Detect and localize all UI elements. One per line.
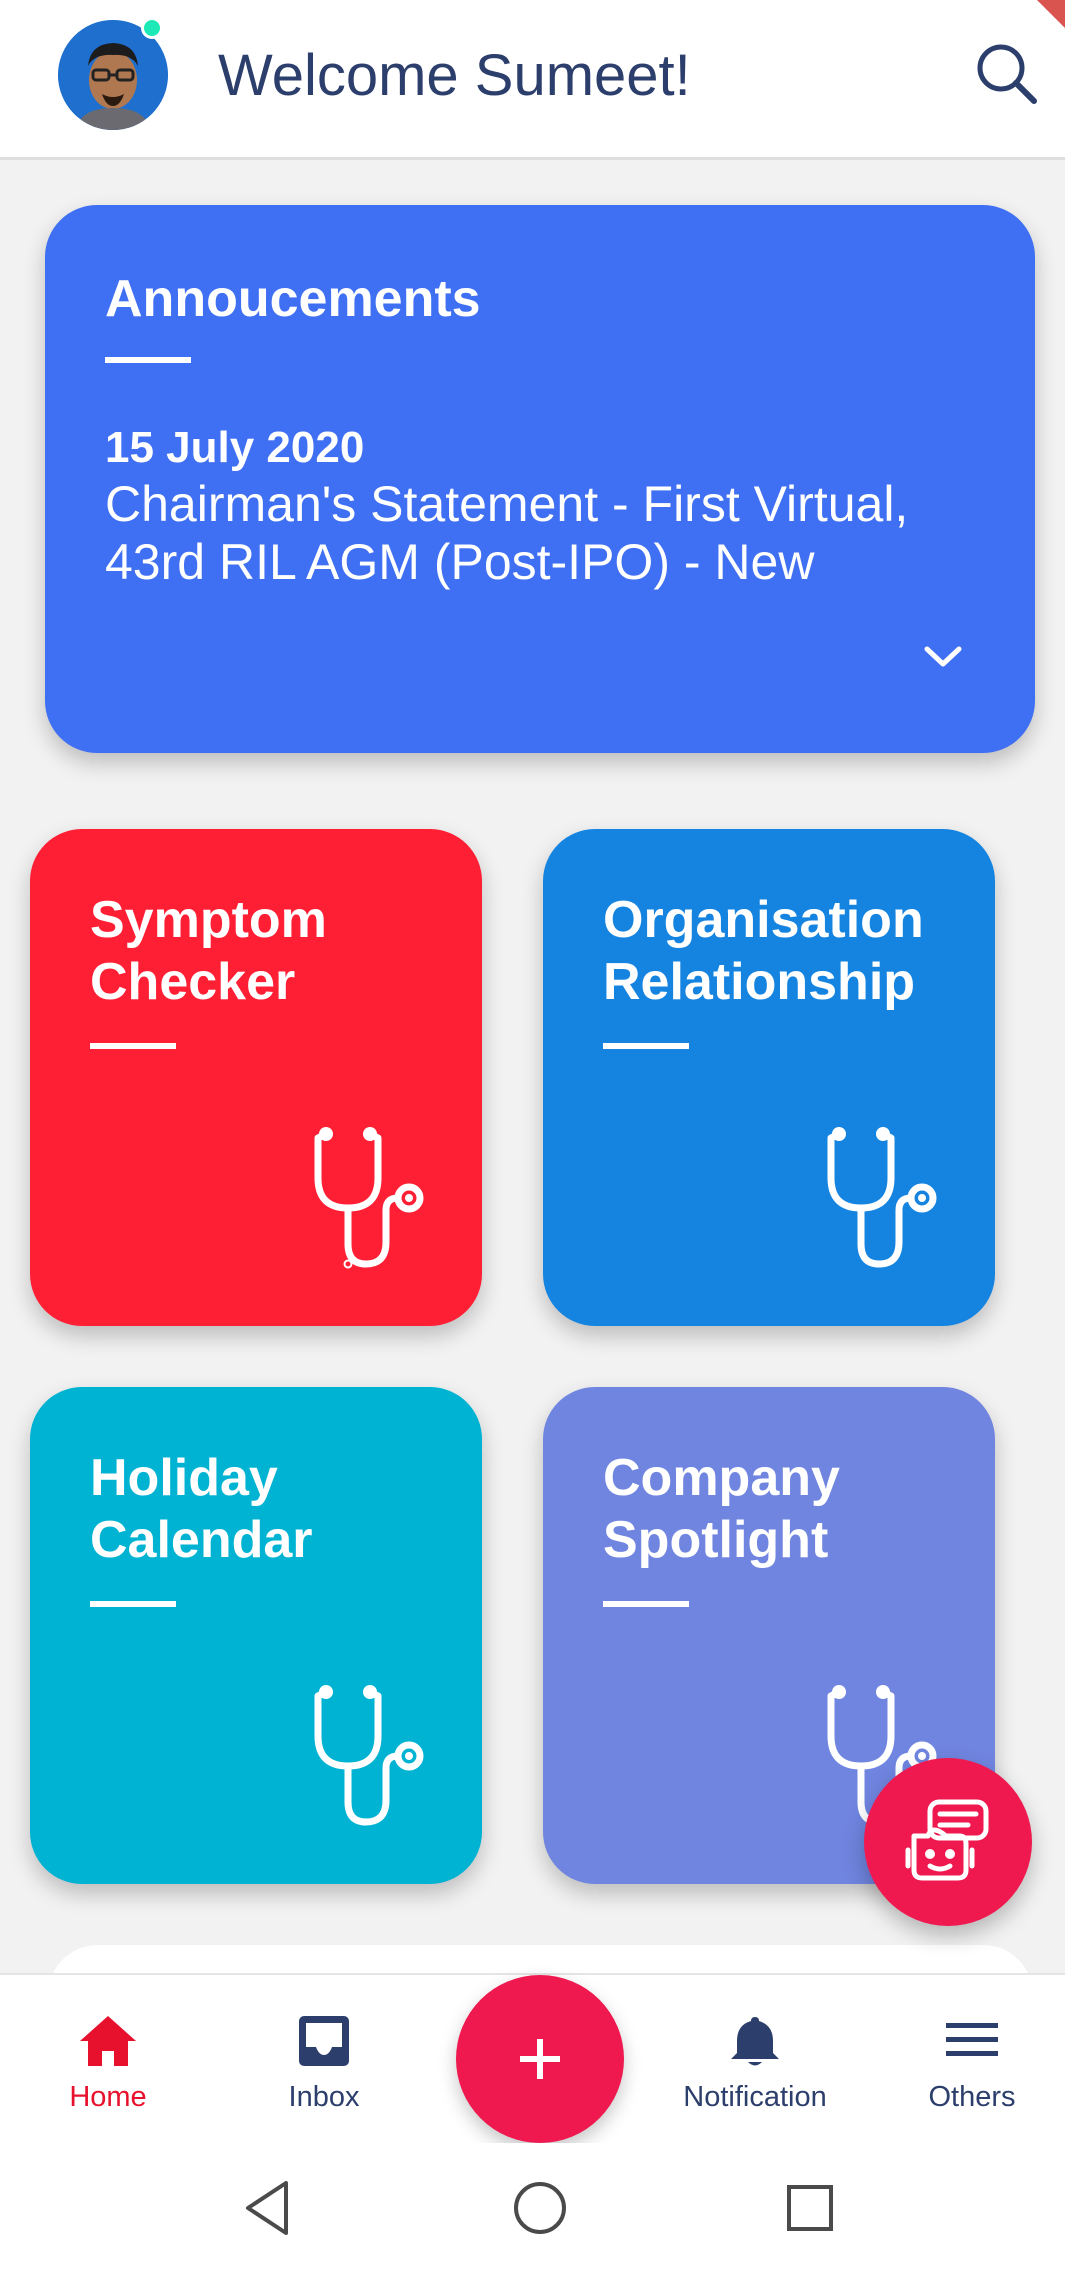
search-icon <box>977 44 1037 104</box>
system-home-button[interactable] <box>505 2173 575 2243</box>
search-button[interactable] <box>975 42 1039 106</box>
tile-title: Symptom Checker <box>90 891 327 1011</box>
tile-symptom-checker[interactable]: Symptom Checker <box>30 829 482 1326</box>
add-button[interactable] <box>456 1975 624 2143</box>
tile-title: Organisation Relationship <box>603 891 924 1011</box>
tile-organisation-relationship[interactable]: Organisation Relationship <box>543 829 995 1326</box>
nav-inbox-label: Inbox <box>288 2081 360 2113</box>
announcements-card[interactable]: Annoucements 15 July 2020 Chairman's Sta… <box>45 205 1035 753</box>
nav-home[interactable]: Home <box>8 2013 208 2133</box>
tile-underline <box>603 1601 689 1607</box>
title-underline <box>105 357 191 363</box>
nav-notification[interactable]: Notification <box>655 2013 855 2133</box>
back-icon <box>246 2181 288 2235</box>
tile-title: Company Spotlight <box>603 1449 840 1569</box>
home-screen: Welcome Sumeet! Annoucements 15 July 202… <box>0 0 1065 2269</box>
nav-home-label: Home <box>69 2081 147 2113</box>
nav-inbox[interactable]: Inbox <box>224 2013 424 2133</box>
tile-holiday-calendar[interactable]: Holiday Calendar <box>30 1387 482 1884</box>
stethoscope-icon <box>827 1127 937 1268</box>
bell-icon <box>731 2017 779 2066</box>
welcome-title: Welcome Sumeet! <box>218 43 691 108</box>
tile-underline <box>90 1043 176 1049</box>
plus-icon <box>520 2039 560 2079</box>
system-back-button[interactable] <box>236 2173 306 2243</box>
tile-underline <box>90 1601 176 1607</box>
system-navigation-bar <box>0 2143 1065 2269</box>
home-icon <box>80 2016 136 2066</box>
app-header: Welcome Sumeet! <box>0 0 1065 160</box>
recents-icon <box>787 2185 833 2231</box>
tile-title: Holiday Calendar <box>90 1449 313 1569</box>
nav-others-label: Others <box>928 2081 1016 2113</box>
expand-button[interactable] <box>915 637 971 677</box>
nav-notification-label: Notification <box>683 2081 827 2113</box>
inbox-icon <box>299 2016 349 2066</box>
chatbot-button[interactable] <box>864 1758 1032 1926</box>
chevron-down-icon <box>924 646 962 667</box>
nav-others[interactable]: Others <box>872 2013 1065 2133</box>
announcement-date: 15 July 2020 <box>105 423 365 472</box>
stethoscope-icon <box>314 1685 424 1826</box>
stethoscope-icon <box>314 1127 424 1269</box>
announcement-text: Chairman's Statement - First Virtual, 43… <box>105 476 909 590</box>
menu-icon <box>946 2023 998 2056</box>
online-status-dot <box>141 17 163 39</box>
home-circle-icon <box>514 2182 566 2234</box>
robot-icon <box>905 1799 989 1881</box>
tile-underline <box>603 1043 689 1049</box>
system-recents-button[interactable] <box>775 2173 845 2243</box>
announcements-title: Annoucements <box>105 270 481 328</box>
corner-flag <box>1037 0 1065 28</box>
